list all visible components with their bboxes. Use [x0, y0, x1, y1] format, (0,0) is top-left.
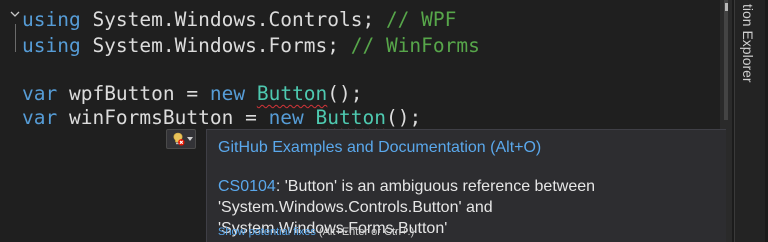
caret-down-icon — [187, 137, 193, 141]
outlining-guide — [15, 24, 16, 52]
scrollbar-position-marker — [725, 3, 728, 11]
variable-declaration: winFormsButton = — [57, 106, 269, 129]
namespace-text: System.Windows.Forms; — [80, 34, 339, 57]
variable-declaration: wpfButton = — [57, 82, 210, 105]
show-potential-fixes-link[interactable]: Show potential fixes — [218, 226, 316, 238]
collapse-chevron-icon[interactable] — [10, 9, 20, 19]
code-line-3: var wpfButton = new Button(); — [22, 82, 363, 106]
code-line-4: var winFormsButton = new Button(); — [22, 106, 421, 130]
code-line-2: using System.Windows.Forms; // WinForms — [22, 34, 480, 58]
punctuation: (); — [386, 106, 422, 129]
keyword: var — [22, 82, 58, 105]
namespace-text: System.Windows.Controls; — [80, 8, 375, 31]
keyword: new — [268, 106, 304, 129]
keyword: using — [22, 8, 81, 31]
keyword: new — [209, 82, 246, 105]
potential-fixes-row: Show potential fixes (Alt+Enter or Ctrl+… — [218, 226, 414, 238]
punctuation: (); — [327, 82, 363, 105]
scrollbar-thumb[interactable] — [724, 0, 728, 120]
quick-info-tooltip: GitHub Examples and Documentation (Alt+O… — [206, 129, 726, 242]
code-line-1: using System.Windows.Controls; // WPF — [22, 8, 456, 32]
quick-actions-button[interactable] — [166, 129, 196, 149]
fix-shortcut-hint: (Alt+Enter or Ctrl+.) — [315, 226, 415, 238]
visual-studio-editor: using System.Windows.Controls; // WPF us… — [0, 0, 768, 242]
lightbulb-error-icon — [173, 132, 185, 146]
ambiguous-type-error[interactable]: Button — [316, 106, 386, 129]
keyword: using — [22, 34, 81, 57]
comment: // WPF — [374, 8, 457, 31]
github-examples-link[interactable]: GitHub Examples and Documentation (Alt+O… — [218, 139, 541, 157]
keyword: var — [22, 106, 58, 129]
comment: // WinForms — [338, 34, 480, 57]
ambiguous-type-error[interactable]: Button — [257, 82, 327, 105]
error-code-link[interactable]: CS0104 — [218, 178, 276, 195]
solution-explorer-tab-label: tion Explorer — [740, 4, 756, 83]
